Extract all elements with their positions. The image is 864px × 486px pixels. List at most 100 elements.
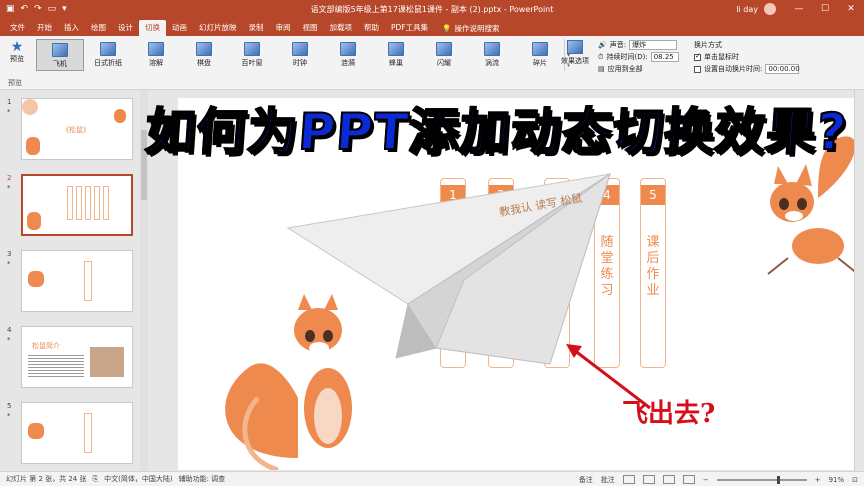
minimize-button[interactable]: — bbox=[786, 0, 812, 18]
transition-clock[interactable]: 时钟 bbox=[276, 39, 324, 71]
squirrel-image bbox=[28, 271, 44, 287]
user-name[interactable]: li day bbox=[736, 5, 758, 14]
effect-options-label: 效果选项 bbox=[561, 57, 589, 65]
blinds-icon bbox=[244, 42, 260, 56]
zoom-slider-thumb[interactable] bbox=[776, 475, 780, 484]
customize-qat-icon[interactable]: ▾ bbox=[62, 4, 67, 14]
thumbnail-image: 松鼠简介 bbox=[21, 326, 133, 388]
clock-icon bbox=[292, 42, 308, 56]
zoom-level[interactable]: 91% bbox=[829, 476, 845, 484]
transition-checkerboard[interactable]: 棋盘 bbox=[180, 39, 228, 71]
transition-honeycomb[interactable]: 蜂巢 bbox=[372, 39, 420, 71]
status-bar: 幻灯片 第 2 张，共 24 张 ⎘ 中文(简体，中国大陆) 辅助功能: 调查 … bbox=[0, 471, 864, 486]
undo-icon[interactable]: ↶ bbox=[21, 4, 29, 14]
slide-count-status: 幻灯片 第 2 张，共 24 张 bbox=[6, 475, 87, 483]
auto-advance-checkbox[interactable] bbox=[694, 65, 701, 73]
reading-view-icon[interactable] bbox=[662, 475, 675, 484]
thumbnail-slide-1[interactable]: 1 * 《松鼠》 bbox=[0, 98, 140, 160]
transition-ripple[interactable]: 涟漪 bbox=[324, 39, 372, 71]
duration-icon: ⏱ bbox=[598, 52, 604, 61]
comments-button[interactable]: 批注 bbox=[601, 475, 615, 485]
quick-access-toolbar: ▣ ↶ ↷ ▭ ▾ bbox=[0, 4, 130, 14]
vortex-icon bbox=[484, 42, 500, 56]
tab-home[interactable]: 开始 bbox=[31, 20, 58, 36]
gallery-label: 百叶窗 bbox=[241, 59, 263, 67]
thumbnail-slide-3[interactable]: 3 * bbox=[0, 250, 140, 312]
transition-shred[interactable]: 碎片 bbox=[516, 39, 564, 71]
slideshow-view-icon[interactable] bbox=[682, 475, 695, 484]
sound-icon: 🔊 bbox=[598, 41, 607, 49]
transition-origami[interactable]: 日式折纸 bbox=[84, 39, 132, 71]
transition-airplane[interactable]: 飞机 bbox=[36, 39, 84, 71]
redo-icon[interactable]: ↷ bbox=[34, 4, 42, 14]
apply-all-button[interactable]: ▤ 应用到全部 bbox=[598, 63, 690, 75]
tab-animations[interactable]: 动画 bbox=[166, 20, 193, 36]
preview-star-icon: ★ bbox=[10, 39, 24, 55]
thumbnail-slide-5[interactable]: 5 * bbox=[0, 402, 140, 464]
thumbnail-slide-4[interactable]: 4 * 松鼠简介 bbox=[0, 326, 140, 388]
slide-sorter-icon[interactable] bbox=[642, 475, 655, 484]
tell-me-search[interactable]: 💡 操作说明搜索 bbox=[442, 20, 499, 36]
tab-transitions[interactable]: 切换 bbox=[139, 20, 166, 36]
close-button[interactable]: ✕ bbox=[838, 0, 864, 18]
zoom-out-icon[interactable]: − bbox=[703, 476, 709, 484]
tab-slideshow[interactable]: 幻灯片放映 bbox=[193, 20, 243, 36]
transition-star-icon: * bbox=[7, 108, 11, 116]
normal-view-icon[interactable] bbox=[622, 475, 635, 484]
tab-design[interactable]: 设计 bbox=[112, 20, 139, 36]
maximize-button[interactable]: ☐ bbox=[812, 0, 838, 18]
editor-scrollbar[interactable] bbox=[854, 90, 864, 471]
tab-draw[interactable]: 绘图 bbox=[85, 20, 112, 36]
tab-view[interactable]: 视图 bbox=[297, 20, 324, 36]
auto-advance-input[interactable]: 00:00.00 bbox=[765, 64, 800, 74]
thumbnail-number: 3 bbox=[7, 250, 12, 258]
headline-overlay: 如何为PPT添加动态切换效果? bbox=[142, 102, 849, 162]
zoom-slider[interactable] bbox=[716, 475, 807, 484]
save-icon[interactable]: ▣ bbox=[6, 4, 15, 14]
tab-file[interactable]: 文件 bbox=[4, 20, 31, 36]
fly-out-caption: 飞出去? bbox=[622, 399, 716, 429]
transition-dissolve[interactable]: 溶解 bbox=[132, 39, 180, 71]
squirrel-image bbox=[114, 109, 126, 123]
lightbulb-icon: 💡 bbox=[442, 23, 452, 33]
preview-button[interactable]: ★ 预览 bbox=[4, 40, 30, 64]
transition-vortex[interactable]: 涡流 bbox=[468, 39, 516, 71]
gallery-label: 溶解 bbox=[149, 59, 163, 67]
accessibility-status[interactable]: 辅助功能: 调查 bbox=[179, 474, 226, 484]
effect-options-button[interactable]: 效果选项 bbox=[560, 40, 590, 66]
title-bar: ▣ ↶ ↷ ▭ ▾ 语文部编版5年级上第17课松鼠1课件 - 副本 (2).pp… bbox=[0, 0, 864, 18]
slide-thumbnail-pane: 1 * 《松鼠》 2 * 3 * 4 * 松鼠简介 5 * bbox=[0, 90, 148, 471]
gallery-label: 日式折纸 bbox=[94, 59, 122, 67]
transition-star-icon: * bbox=[7, 260, 11, 268]
spellcheck-icon[interactable]: ⎘ bbox=[93, 475, 99, 484]
honeycomb-icon bbox=[388, 42, 404, 56]
transition-glitter[interactable]: 闪耀 bbox=[420, 39, 468, 71]
language-status[interactable]: 中文(简体，中国大陆) bbox=[104, 474, 172, 484]
notes-button[interactable]: 备注 bbox=[579, 475, 593, 485]
sound-select[interactable]: 爆炸 bbox=[629, 40, 678, 50]
duration-input[interactable]: 08.25 bbox=[650, 52, 679, 62]
fit-slide-icon[interactable]: ⊡ bbox=[852, 476, 858, 484]
advance-slide-group: 换片方式 单击鼠标时 设置自动换片时间: 00:00.00 bbox=[694, 39, 804, 75]
thumbnail-slide-2[interactable]: 2 * bbox=[0, 174, 140, 236]
thumbnail-number: 4 bbox=[7, 326, 12, 334]
tab-pdf-tools[interactable]: PDF工具集 bbox=[385, 20, 434, 36]
thumbnail-title: 松鼠简介 bbox=[32, 342, 60, 350]
avatar[interactable] bbox=[764, 3, 776, 15]
gallery-label: 飞机 bbox=[53, 60, 67, 68]
thumbnail-title: 《松鼠》 bbox=[62, 126, 90, 134]
tab-record[interactable]: 录制 bbox=[243, 20, 270, 36]
advance-slide-title: 换片方式 bbox=[694, 41, 722, 49]
shred-icon bbox=[532, 42, 548, 56]
tab-addins[interactable]: 加载项 bbox=[324, 20, 359, 36]
zoom-in-icon[interactable]: + bbox=[815, 476, 821, 484]
tab-insert[interactable]: 插入 bbox=[58, 20, 85, 36]
checkerboard-icon bbox=[196, 42, 212, 56]
tab-help[interactable]: 帮助 bbox=[358, 20, 385, 36]
on-click-checkbox[interactable] bbox=[694, 52, 701, 61]
present-icon[interactable]: ▭ bbox=[48, 4, 57, 14]
gallery-label: 碎片 bbox=[533, 59, 547, 67]
tab-review[interactable]: 审阅 bbox=[270, 20, 297, 36]
transition-blinds[interactable]: 百叶窗 bbox=[228, 39, 276, 71]
gallery-label: 涡流 bbox=[485, 59, 499, 67]
